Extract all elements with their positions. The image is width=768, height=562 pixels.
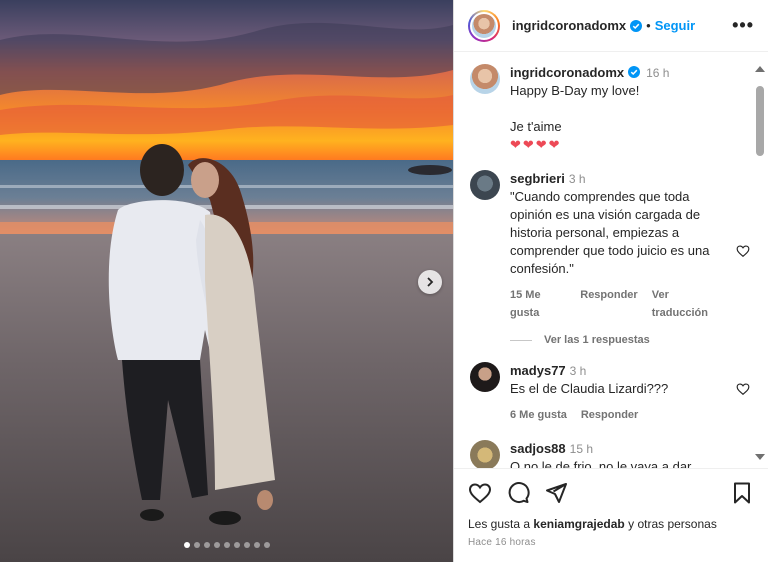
comment-likes[interactable]: 6 Me gusta <box>510 406 567 424</box>
comment-time: 3 h <box>568 172 586 186</box>
verified-badge-icon <box>630 19 643 32</box>
likes-summary[interactable]: Les gusta a keniamgrajedab y otras perso… <box>468 517 754 531</box>
likes-user-link[interactable]: keniamgrajedab <box>533 517 624 531</box>
reply-button[interactable]: Responder <box>581 406 638 424</box>
post-photo[interactable] <box>0 0 453 562</box>
caption-avatar[interactable] <box>470 64 500 94</box>
slide-dot[interactable] <box>263 542 270 548</box>
comment-text: "Cuando comprendes que toda opinión es u… <box>510 189 710 276</box>
post-header: ingridcoronadomx • Seguir ••• <box>454 0 768 52</box>
author-username[interactable]: ingridcoronadomx <box>512 18 626 33</box>
likes-prefix: Les gusta a <box>468 517 531 531</box>
comment-item: sadjos88 15 h Q no le de frio, no le vaya… <box>470 440 750 468</box>
slide-dot[interactable] <box>223 542 230 548</box>
follow-button[interactable]: Seguir <box>655 18 695 33</box>
translate-button[interactable]: Ver traducción <box>652 286 720 322</box>
caption-username[interactable]: ingridcoronadomx <box>510 65 624 80</box>
comment-likes[interactable]: 15 Me gusta <box>510 286 566 322</box>
slide-dot[interactable] <box>243 542 250 548</box>
scrollbar-thumb[interactable] <box>756 86 764 156</box>
caption-hearts: ❤❤❤❤ <box>510 137 562 152</box>
comment-text: Es el de Claudia Lizardi??? <box>510 381 669 396</box>
slide-dot[interactable] <box>213 542 220 548</box>
post-modal: ingridcoronadomx • Seguir ••• ingridcoro… <box>0 0 768 562</box>
caption: ingridcoronadomx 16 h Happy B-Day my love… <box>470 64 750 154</box>
caption-text: Happy B-Day my love! Je t'aime <box>510 83 640 134</box>
comments-list[interactable]: ingridcoronadomx 16 h Happy B-Day my love… <box>454 52 768 468</box>
like-comment-heart-icon[interactable] <box>736 244 750 258</box>
scroll-down-arrow[interactable] <box>755 454 765 460</box>
view-replies-label: Ver las 1 respuestas <box>544 334 650 346</box>
next-slide-button[interactable] <box>418 270 442 294</box>
slide-dot[interactable] <box>193 542 200 548</box>
slide-indicator <box>0 542 453 548</box>
slide-dot[interactable] <box>233 542 240 548</box>
slide-dot[interactable] <box>183 542 190 548</box>
post-actions: Les gusta a keniamgrajedab y otras perso… <box>454 468 768 562</box>
comments-scrollbar[interactable] <box>754 66 766 460</box>
bookmark-icon[interactable] <box>730 481 754 505</box>
send-icon[interactable] <box>544 481 568 505</box>
post-side-panel: ingridcoronadomx • Seguir ••• ingridcoro… <box>453 0 768 562</box>
view-replies-button[interactable]: Ver las 1 respuestas <box>510 334 750 346</box>
post-timestamp: Hace 16 horas <box>468 537 536 548</box>
verified-badge-icon <box>628 66 641 78</box>
heart-icon[interactable] <box>468 481 492 505</box>
slide-dot[interactable] <box>203 542 210 548</box>
comment-text: Q no le de frio, no le vaya a dar <box>510 459 692 468</box>
like-comment-heart-icon[interactable] <box>736 382 750 396</box>
comment-item: segbrieri 3 h "Cuando comprendes que toda… <box>470 170 750 322</box>
caption-time: 16 h <box>646 66 670 80</box>
comment-time: 15 h <box>569 442 594 456</box>
chevron-right-icon <box>427 277 434 287</box>
comment-icon[interactable] <box>506 481 530 505</box>
comment-item: madys77 3 h Es el de Claudia Lizardi??? 6… <box>470 362 750 424</box>
replies-divider <box>510 339 532 341</box>
slide-dot[interactable] <box>253 542 260 548</box>
sunset-beach-photo <box>0 0 453 562</box>
commenter-avatar[interactable] <box>470 170 500 200</box>
separator-dot: • <box>646 18 651 33</box>
comment-username[interactable]: segbrieri <box>510 171 565 186</box>
scroll-up-arrow[interactable] <box>755 66 765 72</box>
comment-time: 3 h <box>569 364 587 378</box>
comment-username[interactable]: madys77 <box>510 363 566 378</box>
likes-suffix: y otras personas <box>628 517 717 531</box>
more-options-button[interactable]: ••• <box>732 15 754 36</box>
author-avatar[interactable] <box>468 9 500 42</box>
reply-button[interactable]: Responder <box>580 286 637 322</box>
commenter-avatar[interactable] <box>470 440 500 468</box>
comment-username[interactable]: sadjos88 <box>510 441 566 456</box>
commenter-avatar[interactable] <box>470 362 500 392</box>
